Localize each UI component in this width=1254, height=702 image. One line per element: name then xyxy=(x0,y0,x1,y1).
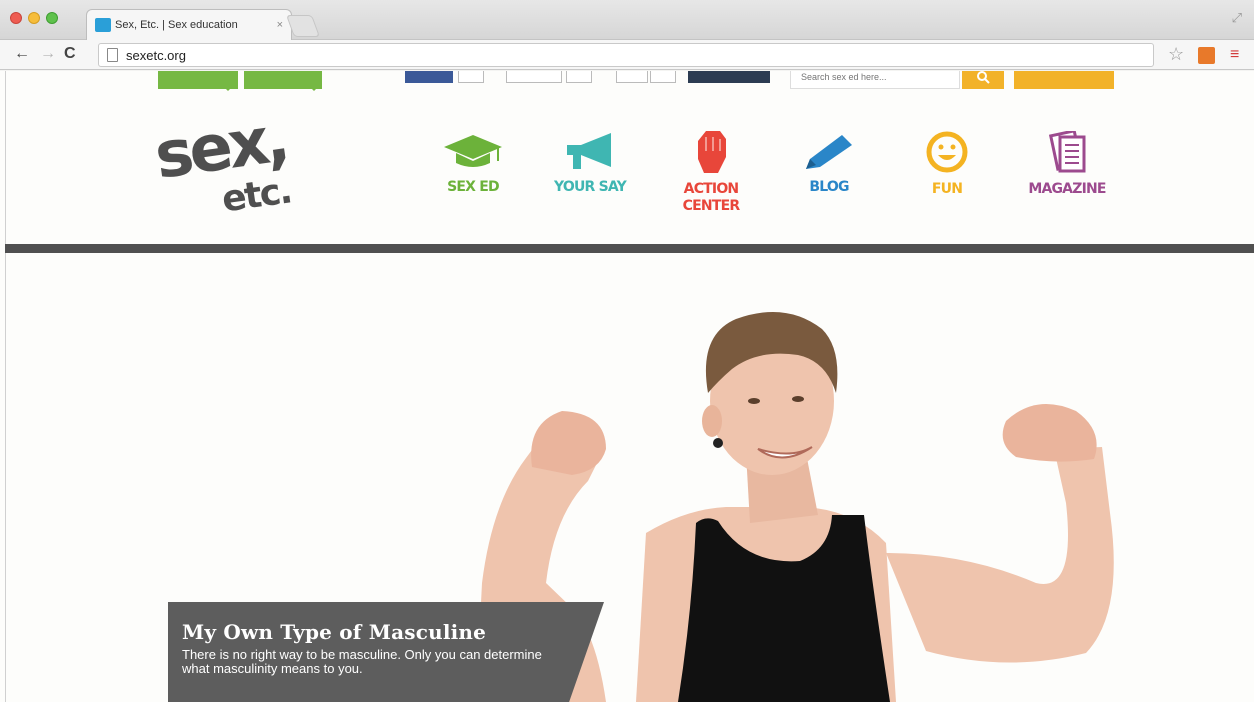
menu-icon[interactable]: ≡ xyxy=(1230,46,1239,64)
search-input[interactable] xyxy=(790,71,960,89)
header-divider xyxy=(5,244,1254,253)
graduation-cap-icon xyxy=(444,135,502,167)
hero-banner[interactable]: My Own Type of Masculine There is no rig… xyxy=(6,253,1254,702)
zoom-window-button[interactable] xyxy=(46,12,58,24)
minimize-window-button[interactable] xyxy=(28,12,40,24)
hero-caption[interactable]: My Own Type of Masculine There is no rig… xyxy=(168,602,604,702)
nav-label-blog: BLOG xyxy=(809,179,849,195)
donate-button[interactable] xyxy=(1014,71,1114,89)
twitter-button[interactable] xyxy=(506,71,562,83)
nav-item-fun[interactable]: FUN xyxy=(892,131,1002,198)
address-bar[interactable]: sexetc.org xyxy=(98,43,1154,67)
reload-icon[interactable]: C xyxy=(64,45,76,63)
hero-text: There is no right way to be masculine. O… xyxy=(182,647,542,676)
nav-label-magazine: MAGAZINE xyxy=(1028,181,1106,197)
browser-tab[interactable]: Sex, Etc. | Sex education × xyxy=(86,9,292,40)
forward-arrow-icon[interactable]: → xyxy=(40,45,56,63)
subscribe-dropdown[interactable] xyxy=(688,71,770,83)
nav-item-blog[interactable]: BLOG xyxy=(774,131,884,196)
search-button[interactable] xyxy=(962,71,1004,89)
facebook-like-button[interactable] xyxy=(405,71,453,83)
web-page: sex, etc. SEX ED YOUR SAY ACTION CENTER xyxy=(0,71,1254,702)
utility-green-button-1[interactable] xyxy=(158,71,238,91)
site-favicon-icon xyxy=(95,18,111,32)
url-text: sexetc.org xyxy=(126,47,186,63)
utility-bar xyxy=(0,71,1254,91)
close-window-button[interactable] xyxy=(10,12,22,24)
nav-item-sex-ed[interactable]: SEX ED xyxy=(418,131,528,196)
search-icon xyxy=(977,71,990,84)
close-tab-icon[interactable]: × xyxy=(277,19,283,31)
nav-label-action-center: ACTION CENTER xyxy=(682,181,740,214)
tab-title: Sex, Etc. | Sex education xyxy=(115,19,238,31)
hero-title[interactable]: My Own Type of Masculine xyxy=(182,620,590,644)
nav-item-magazine[interactable]: MAGAZINE xyxy=(1012,131,1122,198)
bookmark-star-icon[interactable]: ☆ xyxy=(1168,44,1184,65)
nav-label-sex-ed: SEX ED xyxy=(447,179,500,195)
pencil-icon xyxy=(806,135,852,169)
nav-item-action-center[interactable]: ACTION CENTER xyxy=(655,131,767,215)
google-plus-count xyxy=(650,71,676,83)
site-logo[interactable]: sex, etc. xyxy=(150,102,360,235)
nav-label-your-say: YOUR SAY xyxy=(554,179,627,195)
megaphone-icon xyxy=(567,133,611,169)
page-icon xyxy=(107,48,118,62)
back-arrow-icon[interactable]: ← xyxy=(14,45,30,63)
nav-item-your-say[interactable]: YOUR SAY xyxy=(535,131,645,196)
twitter-count xyxy=(566,71,592,83)
nav-label-fun: FUN xyxy=(931,181,963,197)
magazine-icon xyxy=(1048,131,1086,173)
browser-titlebar: Sex, Etc. | Sex education × ⤢ xyxy=(0,0,1254,40)
utility-green-button-2[interactable] xyxy=(244,71,322,91)
smiley-icon xyxy=(926,131,968,173)
raised-fist-icon xyxy=(698,131,726,173)
fullscreen-icon[interactable]: ⤢ xyxy=(1232,10,1242,26)
facebook-count xyxy=(458,71,484,83)
google-plus-button[interactable] xyxy=(616,71,648,83)
logo-sub-text: etc. xyxy=(219,170,294,221)
browser-toolbar: ← → C sexetc.org ☆ ≡ xyxy=(0,40,1254,70)
extension-icon[interactable] xyxy=(1198,47,1215,64)
